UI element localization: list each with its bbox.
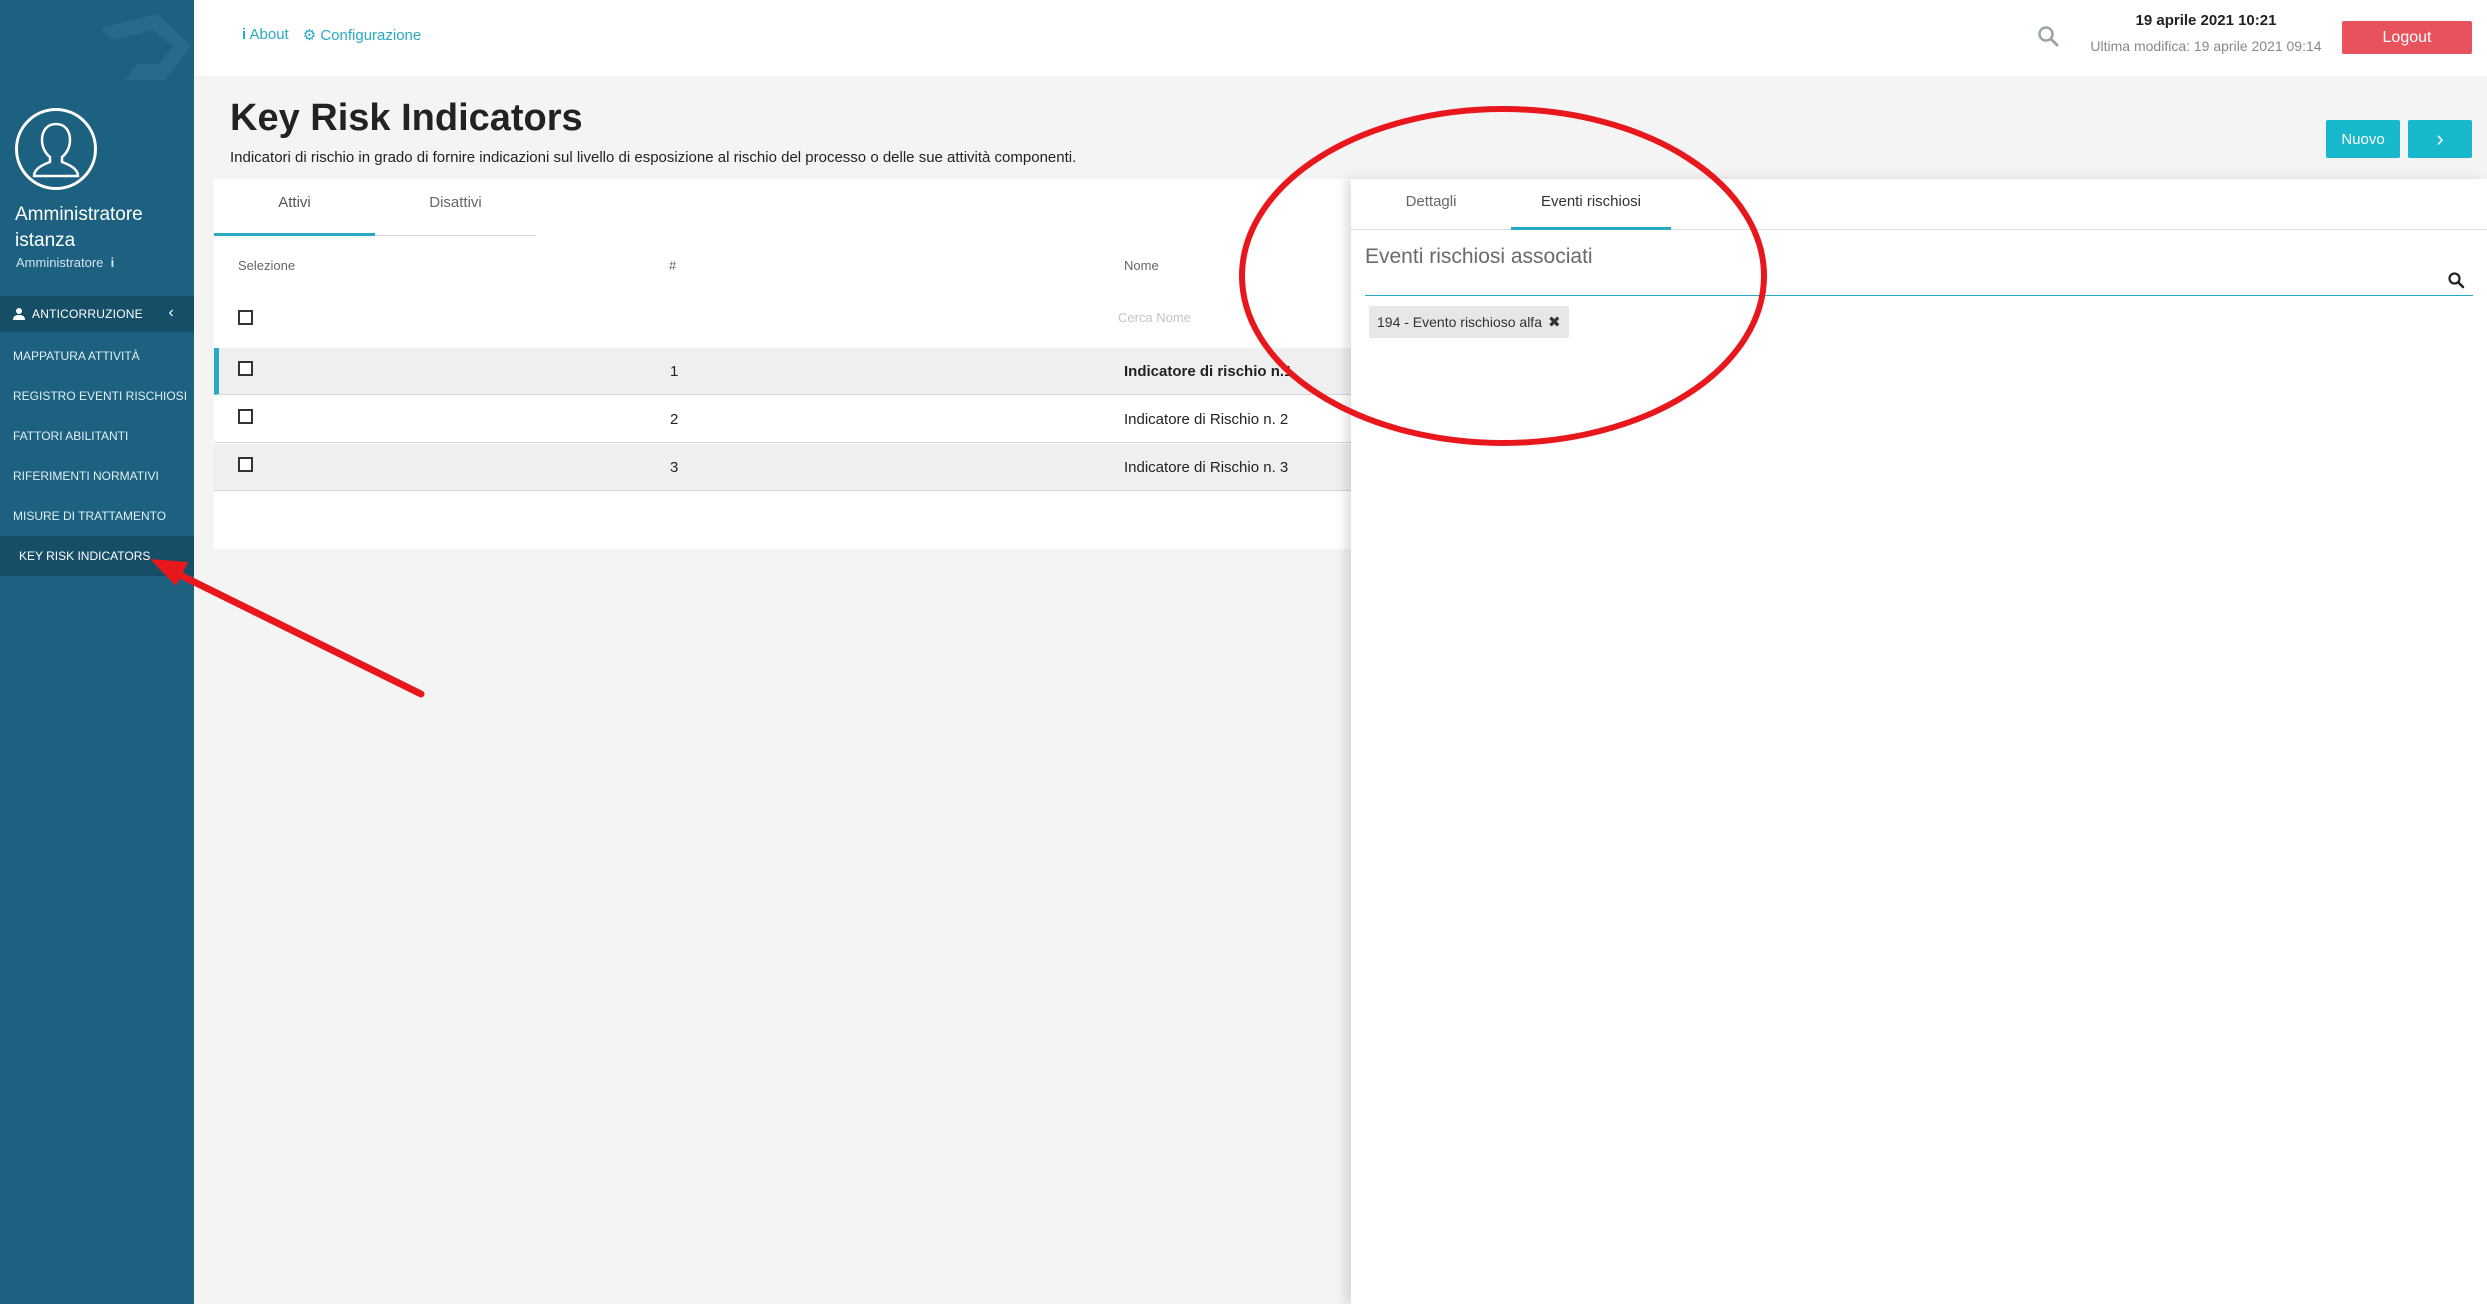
name-filter-input[interactable] (1118, 310, 1348, 325)
avatar (15, 108, 97, 190)
configuration-link[interactable]: ⚙ Configurazione (303, 26, 422, 44)
about-link[interactable]: i About (242, 26, 289, 44)
sidebar-item-fattori-abilitanti[interactable]: FATTORI ABILITANTI (0, 416, 194, 456)
sidebar-item-mappatura-attivita[interactable]: MAPPATURA ATTIVITÀ (0, 336, 194, 376)
search-field[interactable] (1365, 295, 2473, 296)
gear-icon: ⚙ (302, 27, 317, 44)
search-icon[interactable] (2447, 271, 2465, 289)
row-number: 1 (670, 363, 679, 380)
select-all-checkbox[interactable] (238, 310, 253, 325)
top-links: i About ⚙ Configurazione (242, 26, 421, 44)
info-icon[interactable]: i (107, 255, 117, 270)
configuration-label: Configurazione (320, 27, 422, 44)
tab-disattivi[interactable]: Disattivi (375, 179, 536, 236)
row-checkbox[interactable] (238, 409, 253, 424)
table-row[interactable]: 2 Indicatore di Rischio n. 2 (214, 396, 1351, 443)
associated-event-tag: 194 - Evento rischioso alfa ✖ (1369, 306, 1569, 338)
page-title: Key Risk Indicators (230, 97, 583, 139)
tab-eventi-rischiosi[interactable]: Eventi rischiosi (1511, 179, 1671, 230)
sidebar-section-label: ANTICORRUZIONE (32, 307, 143, 321)
search-icon[interactable] (2036, 24, 2060, 48)
row-name: Indicatore di Rischio n. 3 (1124, 459, 1289, 476)
sidebar-item-registro-eventi-rischiosi[interactable]: REGISTRO EVENTI RISCHIOSI (0, 376, 194, 416)
datetime-block: 19 aprile 2021 10:21 Ultima modifica: 19… (2086, 12, 2326, 54)
sidebar: Amministratore istanza Amministratore i … (0, 0, 194, 1304)
top-bar: i About ⚙ Configurazione 19 aprile 2021 … (194, 0, 2487, 76)
table-row[interactable]: 1 Indicatore di rischio n.1 (214, 348, 1351, 395)
row-name: Indicatore di rischio n.1 (1124, 363, 1293, 380)
user-role-label: Amministratore (16, 255, 104, 270)
sidebar-item-key-risk-indicators[interactable]: KEY RISK INDICATORS (0, 536, 194, 576)
row-number: 2 (670, 411, 679, 428)
remove-tag-icon[interactable]: ✖ (1548, 313, 1561, 331)
page-description: Indicatori di rischio in grado di fornir… (230, 149, 1077, 166)
row-number: 3 (670, 459, 679, 476)
sidebar-item-misure-di-trattamento[interactable]: MISURE DI TRATTAMENTO (0, 496, 194, 536)
tag-label: 194 - Evento rischioso alfa (1377, 314, 1542, 330)
user-role: Amministratore i (16, 255, 117, 270)
person-icon (13, 308, 25, 320)
current-datetime: 19 aprile 2021 10:21 (2135, 12, 2277, 29)
tab-dettagli[interactable]: Dettagli (1351, 179, 1511, 230)
section-title: Eventi rischiosi associati (1365, 245, 1593, 268)
sidebar-section-anticorruzione[interactable]: ANTICORRUZIONE ‹ (0, 296, 194, 332)
detail-tabs: Dettagli Eventi rischiosi (1351, 179, 2487, 230)
new-button[interactable]: Nuovo (2326, 120, 2400, 158)
table-row[interactable]: 3 Indicatore di Rischio n. 3 (214, 444, 1351, 491)
sidebar-menu: MAPPATURA ATTIVITÀ REGISTRO EVENTI RISCH… (0, 336, 194, 576)
filter-row (214, 295, 1351, 347)
tab-attivi[interactable]: Attivi (214, 179, 375, 236)
logo-icon (101, 14, 191, 80)
logout-button[interactable]: Logout (2342, 21, 2472, 54)
row-checkbox[interactable] (238, 457, 253, 472)
row-name: Indicatore di Rischio n. 2 (1124, 411, 1289, 428)
column-header-name[interactable]: Nome (1124, 258, 1159, 273)
user-name: Amministratore istanza (15, 204, 143, 251)
column-header-selection: Selezione (238, 258, 296, 273)
user-silhouette-icon (32, 122, 80, 178)
next-button[interactable]: › (2408, 120, 2472, 158)
last-modified: Ultima modifica: 19 aprile 2021 09:14 (2090, 38, 2322, 54)
detail-panel: Dettagli Eventi rischiosi Eventi rischio… (1351, 179, 2487, 1304)
info-icon: i (242, 26, 247, 43)
list-tabs: Attivi Disattivi (214, 179, 536, 236)
row-checkbox[interactable] (238, 361, 253, 376)
about-label: About (249, 26, 289, 43)
sidebar-item-riferimenti-normativi[interactable]: RIFERIMENTI NORMATIVI (0, 456, 194, 496)
chevron-left-icon[interactable]: ‹ (168, 305, 174, 321)
column-header-number[interactable]: # (669, 258, 676, 273)
